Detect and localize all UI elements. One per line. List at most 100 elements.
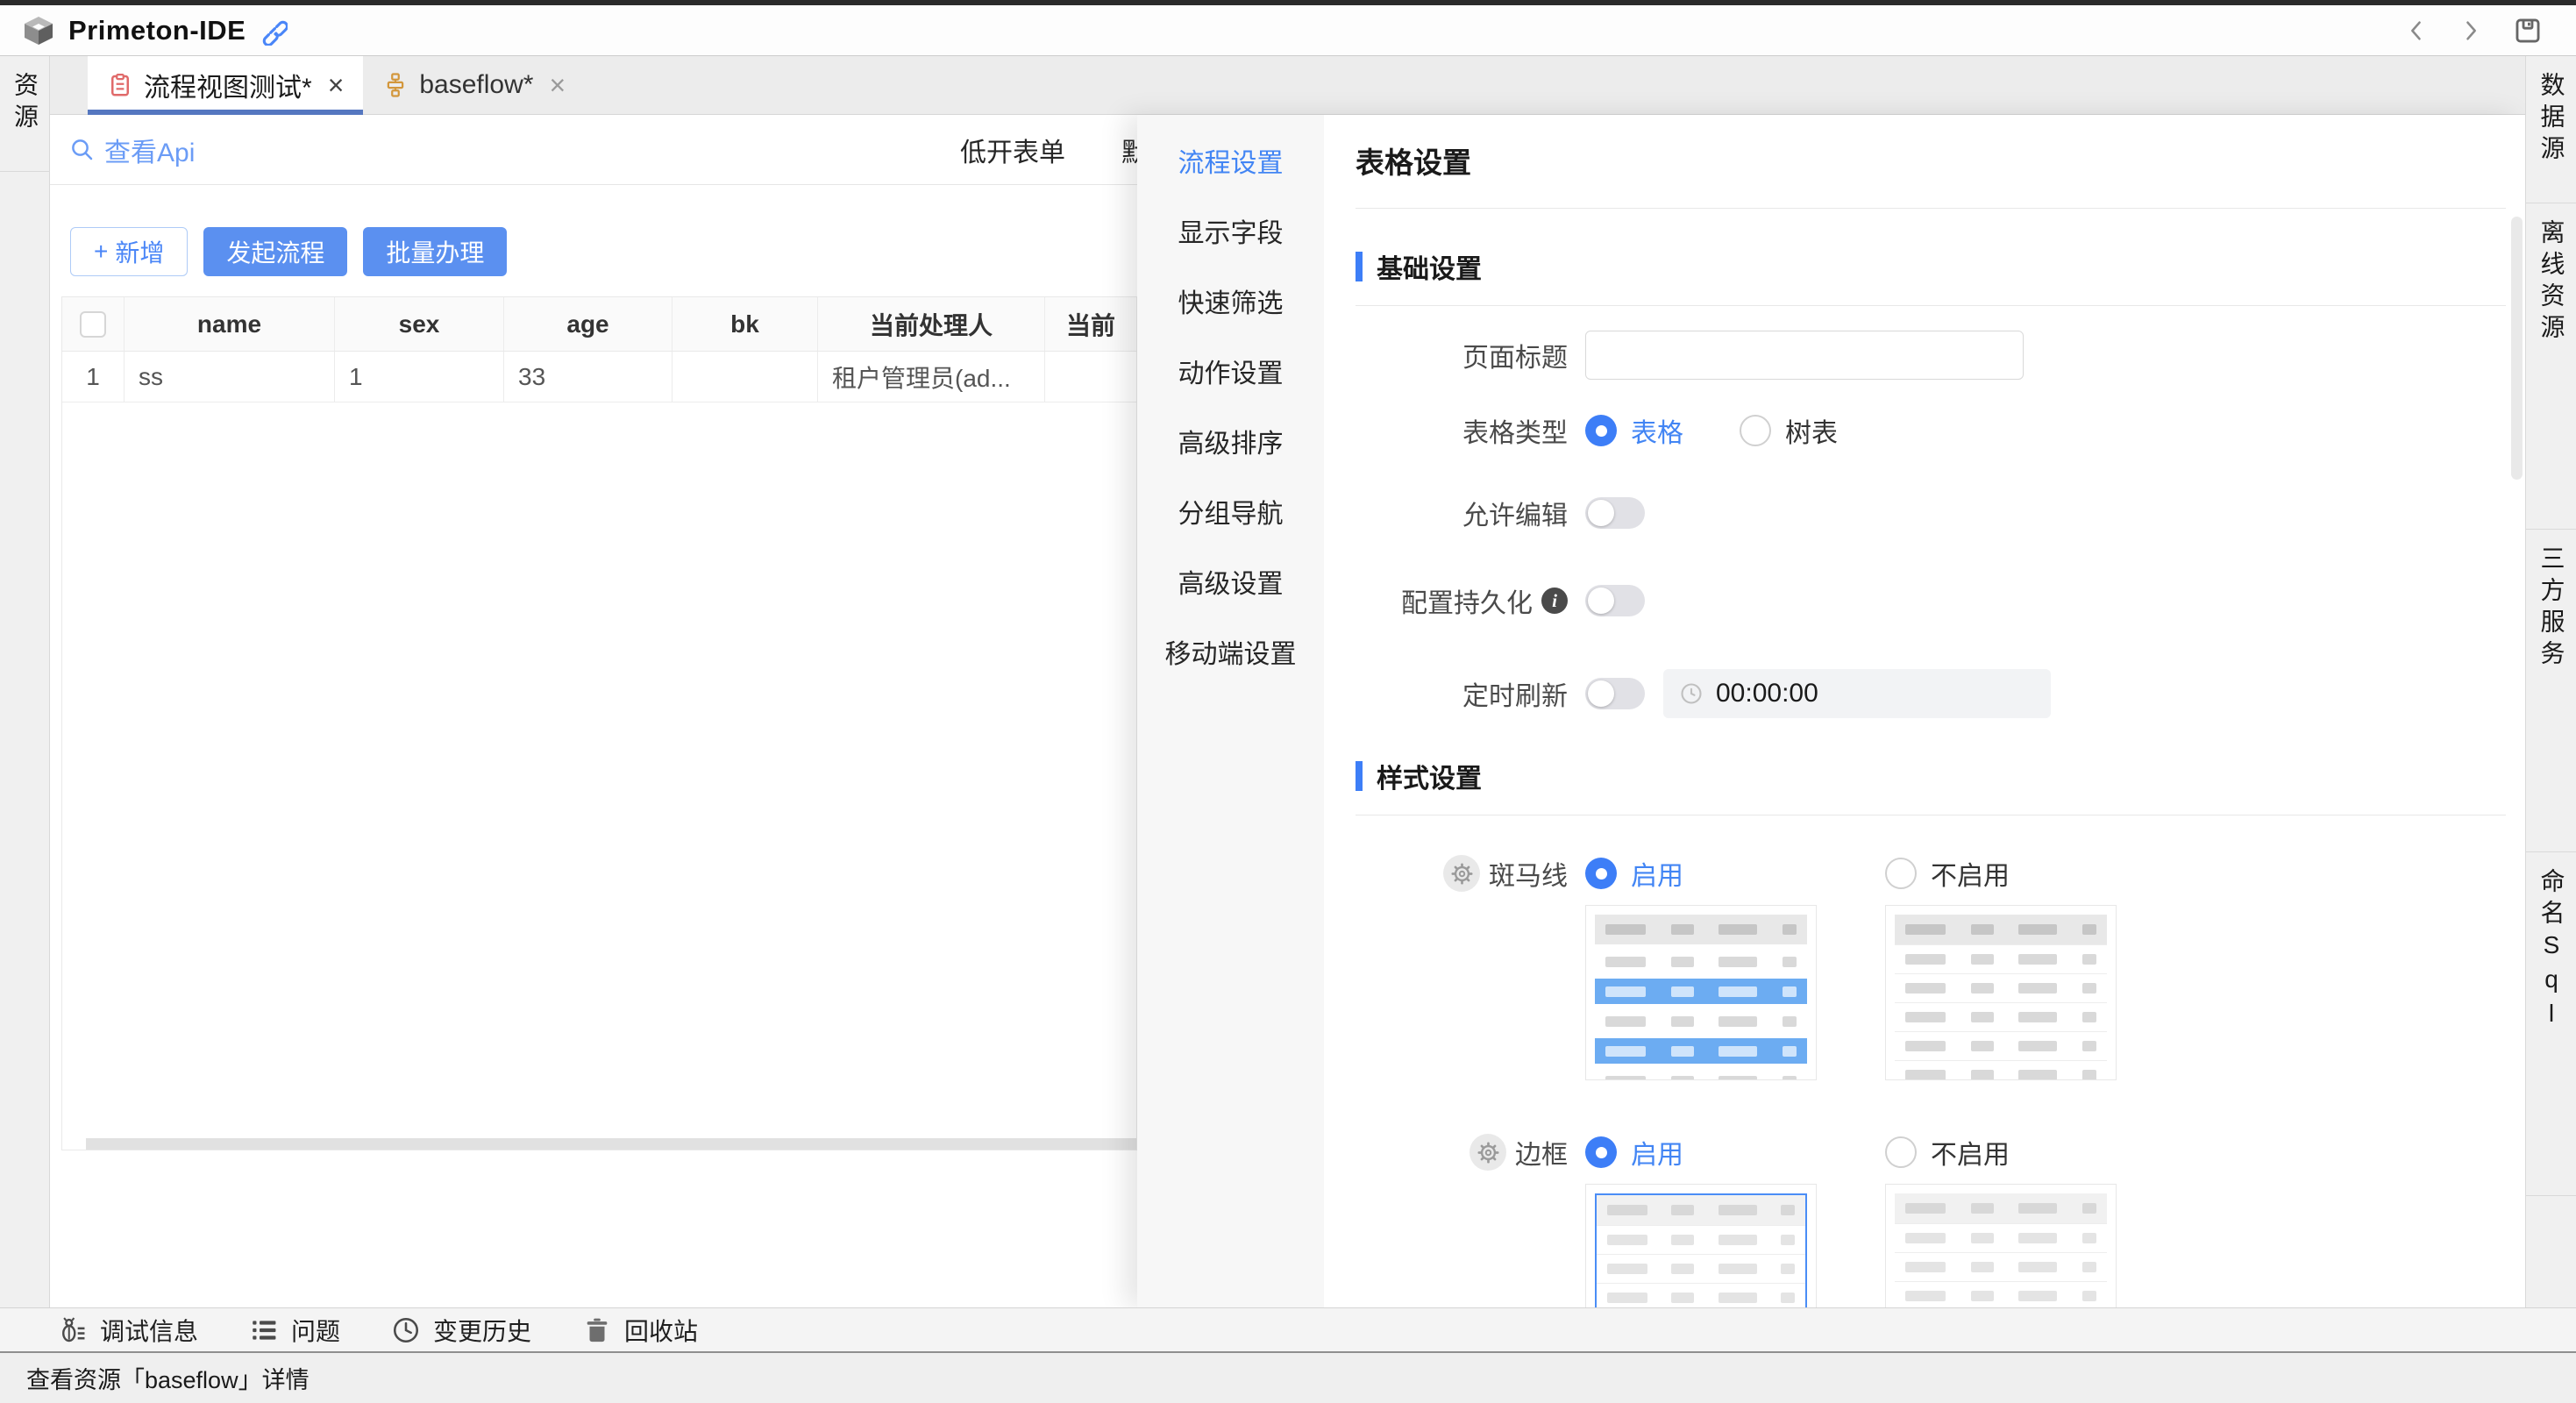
table-row[interactable]: 1 ss 1 33 租户管理员(ad... — [62, 352, 1136, 402]
border-label: 边框 — [1515, 1133, 1568, 1172]
flow-icon — [382, 72, 409, 98]
save-icon[interactable] — [2513, 16, 2543, 46]
gear-icon[interactable] — [1443, 855, 1480, 892]
info-icon[interactable]: i — [1541, 588, 1568, 614]
col-current[interactable]: 当前 — [1045, 297, 1136, 351]
radio-selected-icon[interactable] — [1585, 858, 1617, 889]
primeton-ide-window: Primeton-IDE 资源 — [0, 0, 2576, 1403]
radio-unselected-icon[interactable] — [1885, 858, 1917, 889]
persist-toggle[interactable] — [1585, 585, 1645, 616]
sidebar-item-resources[interactable]: 资源 — [0, 56, 49, 172]
data-table: name sex age bk 当前处理人 当前 1 ss 1 33 租户管理员… — [61, 296, 1137, 1150]
horizontal-scrollbar[interactable] — [86, 1138, 1136, 1150]
border-enabled-preview[interactable] — [1585, 1184, 1817, 1307]
change-history-button[interactable]: 变更历史 — [391, 1313, 531, 1348]
menu-item-group-nav[interactable]: 分组导航 — [1137, 476, 1324, 546]
name-cell: ss — [125, 352, 335, 402]
col-name[interactable]: name — [125, 297, 335, 351]
trash-icon — [582, 1315, 612, 1345]
history-clock-icon — [391, 1315, 421, 1345]
radio-selected-icon[interactable] — [1585, 415, 1617, 446]
page-title-input[interactable] — [1585, 331, 2024, 380]
timed-refresh-toggle[interactable] — [1585, 678, 1645, 709]
border-disable-option[interactable]: 不启用 — [1885, 1133, 2185, 1172]
timed-refresh-label: 定时刷新 — [1356, 674, 1568, 713]
bottom-toolbar: 调试信息 问题 变更历史 — [0, 1307, 2576, 1351]
right-sidebar: 数据源 离线资源 三方服务 命名Sql — [2525, 56, 2576, 1307]
tab-flow-view-test[interactable]: 流程视图测试* × — [88, 56, 363, 114]
table-type-label: 表格类型 — [1356, 411, 1568, 450]
start-flow-button[interactable]: 发起流程 — [203, 227, 347, 276]
radio-unselected-icon[interactable] — [1885, 1136, 1917, 1168]
gear-icon[interactable] — [1469, 1134, 1506, 1171]
close-icon[interactable]: × — [328, 71, 345, 99]
batch-handle-button[interactable]: 批量办理 — [363, 227, 507, 276]
table-type-row: 表格类型 表格 树表 — [1356, 411, 2506, 450]
zebra-enabled-preview[interactable] — [1585, 905, 1817, 1080]
col-bk[interactable]: bk — [672, 297, 818, 351]
plus-icon: + — [94, 238, 108, 266]
menu-item-quick-filter[interactable]: 快速筛选 — [1137, 266, 1324, 336]
allow-edit-toggle[interactable] — [1585, 497, 1645, 529]
list-icon — [249, 1315, 279, 1345]
drawer-scrollbar[interactable] — [2511, 217, 2523, 480]
view-api-link[interactable]: 查看Api — [69, 131, 195, 169]
option-tree-table[interactable]: 树表 — [1740, 411, 2039, 450]
zebra-disabled-preview[interactable] — [1885, 905, 2117, 1080]
menu-item-action-settings[interactable]: 动作设置 — [1137, 336, 1324, 406]
age-cell: 33 — [504, 352, 672, 402]
back-chevron-icon[interactable] — [2404, 18, 2429, 43]
close-icon[interactable]: × — [549, 71, 566, 99]
menu-item-advanced-sort[interactable]: 高级排序 — [1137, 406, 1324, 476]
border-disabled-preview[interactable] — [1885, 1184, 2117, 1307]
sidebar-item-third-party-services[interactable]: 三方服务 — [2526, 530, 2576, 852]
tab-baseflow[interactable]: baseflow* × — [363, 56, 585, 114]
editor-area: 流程视图测试* × baseflow* × — [50, 56, 2525, 1307]
col-current-handler[interactable]: 当前处理人 — [818, 297, 1045, 351]
editor-tab-bar: 流程视图测试* × baseflow* × — [50, 56, 2525, 115]
status-text: 查看资源「baseflow」详情 — [26, 1361, 310, 1395]
persist-label: 配置持久化 — [1401, 581, 1533, 620]
handler-cell: 租户管理员(ad... — [818, 352, 1045, 402]
recycle-bin-button[interactable]: 回收站 — [582, 1313, 698, 1348]
menu-item-flow-settings[interactable]: 流程设置 — [1137, 125, 1324, 196]
status-bar: 查看资源「baseflow」详情 — [0, 1351, 2576, 1403]
menu-item-display-fields[interactable]: 显示字段 — [1137, 196, 1324, 266]
bk-cell — [672, 352, 818, 402]
settings-drawer: 流程设置 显示字段 快速筛选 动作设置 高级排序 分组导航 高级设置 移动端设置… — [1137, 115, 2525, 1307]
tab-label: 流程视图测试* — [144, 66, 312, 104]
allow-edit-row: 允许编辑 — [1356, 494, 2506, 532]
zebra-disable-option[interactable]: 不启用 — [1885, 854, 2185, 893]
debug-info-button[interactable]: 调试信息 — [58, 1313, 198, 1348]
bug-icon — [58, 1315, 88, 1345]
document-icon — [107, 72, 133, 98]
col-age[interactable]: age — [504, 297, 672, 351]
zebra-enable-option[interactable]: 启用 — [1585, 854, 1885, 893]
problems-button[interactable]: 问题 — [249, 1313, 340, 1348]
left-sidebar: 资源 — [0, 56, 50, 1307]
style-settings-header: 样式设置 — [1356, 757, 2506, 795]
radio-unselected-icon[interactable] — [1740, 415, 1771, 446]
menu-item-mobile-settings[interactable]: 移动端设置 — [1137, 616, 1324, 687]
drawer-body: 表格设置 基础设置 页面标题 表格类型 — [1324, 115, 2525, 1307]
refresh-time-input[interactable]: 00:00:00 — [1663, 669, 2051, 718]
sidebar-item-offline-resources[interactable]: 离线资源 — [2526, 203, 2576, 530]
col-sex[interactable]: sex — [335, 297, 504, 351]
persist-row: 配置持久化 i — [1356, 581, 2506, 620]
add-button[interactable]: + 新增 — [70, 227, 188, 276]
select-all-checkbox[interactable] — [80, 311, 106, 338]
app-title: Primeton-IDE — [68, 15, 246, 46]
sidebar-item-named-sql[interactable]: 命名Sql — [2526, 852, 2576, 1196]
forward-chevron-icon[interactable] — [2459, 18, 2483, 43]
clock-icon — [1679, 681, 1704, 706]
menu-item-advanced-settings[interactable]: 高级设置 — [1137, 546, 1324, 616]
basic-settings-header: 基础设置 — [1356, 247, 2506, 286]
sex-cell: 1 — [335, 352, 504, 402]
border-enable-option[interactable]: 启用 — [1585, 1133, 1885, 1172]
option-table[interactable]: 表格 — [1585, 411, 1740, 450]
sidebar-item-data-sources[interactable]: 数据源 — [2526, 56, 2576, 203]
radio-selected-icon[interactable] — [1585, 1136, 1617, 1168]
drawer-menu: 流程设置 显示字段 快速筛选 动作设置 高级排序 分组导航 高级设置 移动端设置 — [1137, 115, 1324, 1307]
link-icon[interactable] — [258, 16, 288, 46]
low-code-form-button[interactable]: 低开表单 — [960, 131, 1065, 169]
